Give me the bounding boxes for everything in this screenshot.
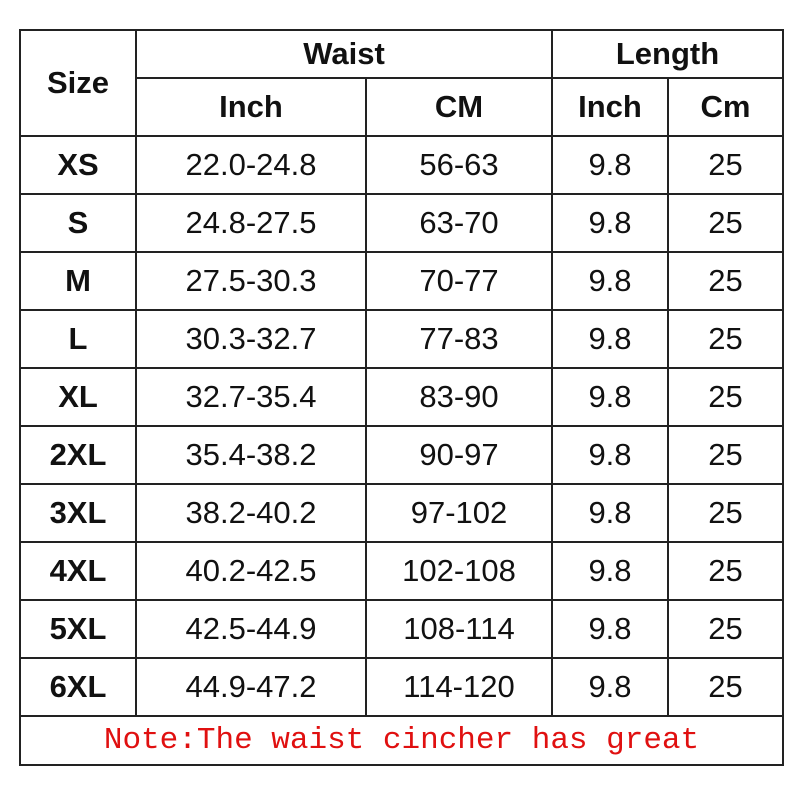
cell-length-cm: 25: [667, 135, 784, 195]
table-row: XL 32.7-35.4 83-90 9.8 25: [19, 367, 784, 427]
cell-waist-cm: 83-90: [365, 367, 553, 427]
header-length-inch: Inch: [551, 77, 669, 137]
cell-length-cm: 25: [667, 599, 784, 659]
cell-size: 3XL: [19, 483, 137, 543]
cell-waist-cm: 97-102: [365, 483, 553, 543]
note-row: Note:The waist cincher has great: [19, 715, 784, 766]
cell-length-cm: 25: [667, 657, 784, 717]
cell-waist-cm: 70-77: [365, 251, 553, 311]
table-row: S 24.8-27.5 63-70 9.8 25: [19, 193, 784, 253]
header-waist: Waist: [135, 29, 553, 79]
cell-size: 6XL: [19, 657, 137, 717]
table-row: 5XL 42.5-44.9 108-114 9.8 25: [19, 599, 784, 659]
cell-length-inch: 9.8: [551, 251, 669, 311]
header-length: Length: [551, 29, 784, 79]
cell-size: 4XL: [19, 541, 137, 601]
cell-length-cm: 25: [667, 367, 784, 427]
note-text: Note:The waist cincher has great: [19, 715, 784, 766]
cell-waist-cm: 102-108: [365, 541, 553, 601]
cell-length-inch: 9.8: [551, 135, 669, 195]
cell-length-cm: 25: [667, 309, 784, 369]
size-chart-table: Size Waist Length Inch CM Inch Cm XS 22.0…: [19, 29, 784, 766]
cell-length-inch: 9.8: [551, 599, 669, 659]
cell-waist-cm: 90-97: [365, 425, 553, 485]
cell-length-cm: 25: [667, 251, 784, 311]
cell-waist-cm: 63-70: [365, 193, 553, 253]
cell-size: 5XL: [19, 599, 137, 659]
cell-length-inch: 9.8: [551, 483, 669, 543]
cell-length-inch: 9.8: [551, 367, 669, 427]
table-row: XS 22.0-24.8 56-63 9.8 25: [19, 135, 784, 195]
cell-length-cm: 25: [667, 425, 784, 485]
header-size: Size: [19, 29, 137, 137]
cell-size: XL: [19, 367, 137, 427]
cell-waist-inch: 35.4-38.2: [135, 425, 367, 485]
header-waist-cm: CM: [365, 77, 553, 137]
cell-waist-cm: 114-120: [365, 657, 553, 717]
cell-waist-cm: 77-83: [365, 309, 553, 369]
table-row: 6XL 44.9-47.2 114-120 9.8 25: [19, 657, 784, 717]
header-row-1: Size Waist Length: [19, 29, 784, 137]
cell-length-inch: 9.8: [551, 657, 669, 717]
cell-waist-cm: 56-63: [365, 135, 553, 195]
header-length-cm: Cm: [667, 77, 784, 137]
table-row: 3XL 38.2-40.2 97-102 9.8 25: [19, 483, 784, 543]
cell-size: S: [19, 193, 137, 253]
cell-length-inch: 9.8: [551, 425, 669, 485]
cell-length-inch: 9.8: [551, 193, 669, 253]
cell-length-cm: 25: [667, 193, 784, 253]
cell-waist-cm: 108-114: [365, 599, 553, 659]
cell-size: XS: [19, 135, 137, 195]
cell-size: L: [19, 309, 137, 369]
cell-size: M: [19, 251, 137, 311]
cell-waist-inch: 40.2-42.5: [135, 541, 367, 601]
cell-waist-inch: 30.3-32.7: [135, 309, 367, 369]
cell-waist-inch: 44.9-47.2: [135, 657, 367, 717]
cell-waist-inch: 24.8-27.5: [135, 193, 367, 253]
cell-waist-inch: 38.2-40.2: [135, 483, 367, 543]
cell-length-cm: 25: [667, 483, 784, 543]
cell-length-inch: 9.8: [551, 541, 669, 601]
table-row: 4XL 40.2-42.5 102-108 9.8 25: [19, 541, 784, 601]
cell-size: 2XL: [19, 425, 137, 485]
cell-waist-inch: 27.5-30.3: [135, 251, 367, 311]
table-row: 2XL 35.4-38.2 90-97 9.8 25: [19, 425, 784, 485]
table-row: M 27.5-30.3 70-77 9.8 25: [19, 251, 784, 311]
cell-waist-inch: 42.5-44.9: [135, 599, 367, 659]
cell-waist-inch: 22.0-24.8: [135, 135, 367, 195]
cell-length-cm: 25: [667, 541, 784, 601]
header-waist-inch: Inch: [135, 77, 367, 137]
cell-waist-inch: 32.7-35.4: [135, 367, 367, 427]
cell-length-inch: 9.8: [551, 309, 669, 369]
table-row: L 30.3-32.7 77-83 9.8 25: [19, 309, 784, 369]
